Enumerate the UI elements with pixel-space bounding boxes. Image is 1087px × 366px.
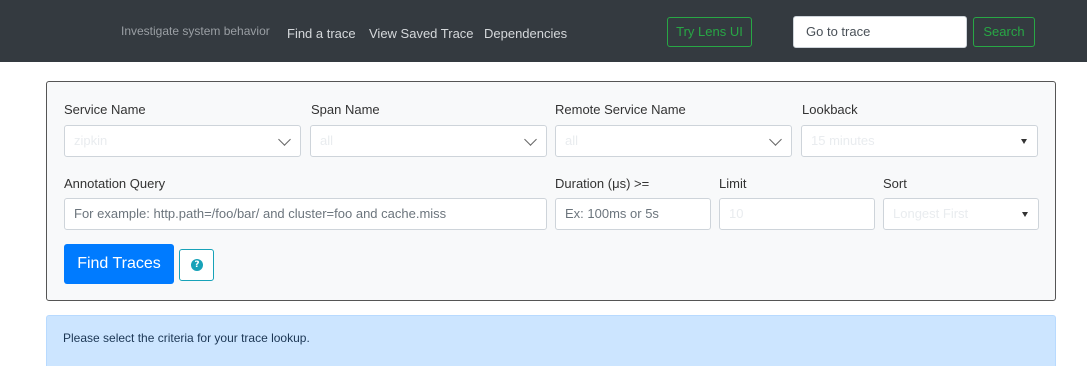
annotation-query-label: Annotation Query [64,176,166,191]
help-button[interactable]: ? [179,249,214,281]
chevron-down-icon [278,133,291,146]
limit-label: Limit [719,176,747,191]
service-name-value: zipkin [74,133,108,148]
limit-input[interactable]: 10 [719,198,875,230]
nav-link-view-saved-trace[interactable]: View Saved Trace [369,26,474,41]
lookback-value: 15 minutes [811,133,875,148]
info-alert: Please select the criteria for your trac… [46,315,1056,366]
try-lens-ui-button[interactable]: Try Lens UI [667,17,752,47]
remote-service-name-value: all [565,133,579,148]
go-to-trace-input[interactable]: Go to trace [793,16,967,48]
lookback-select[interactable]: 15 minutes [801,125,1038,157]
navbar-brand: Investigate system behavior [121,24,270,38]
sort-select[interactable]: Longest First [883,198,1039,230]
alert-message: Please select the criteria for your trac… [63,331,310,345]
caret-down-icon [1021,139,1027,144]
remote-service-name-label: Remote Service Name [555,102,686,117]
annotation-query-input[interactable]: For example: http.path=/foo/bar/ and clu… [64,198,547,230]
nav-link-dependencies[interactable]: Dependencies [484,26,567,41]
caret-down-icon [1022,212,1028,217]
lookback-label: Lookback [802,102,858,117]
chevron-down-icon [524,133,537,146]
sort-value: Longest First [893,206,969,221]
annotation-query-placeholder: For example: http.path=/foo/bar/ and clu… [74,206,447,221]
question-circle-icon: ? [191,259,203,271]
chevron-down-icon [769,133,782,146]
limit-value: 10 [729,206,744,221]
nav-link-find-a-trace[interactable]: Find a trace [287,26,356,41]
service-name-select[interactable]: zipkin [64,125,301,157]
duration-label: Duration (μs) >= [555,176,650,191]
span-name-value: all [320,133,334,148]
remote-service-name-select[interactable]: all [555,125,792,157]
duration-placeholder: Ex: 100ms or 5s [565,206,659,221]
find-traces-button[interactable]: Find Traces [64,244,174,284]
search-button[interactable]: Search [973,17,1035,47]
top-navbar: Investigate system behavior Find a trace… [0,0,1087,62]
span-name-label: Span Name [311,102,380,117]
service-name-label: Service Name [64,102,146,117]
span-name-select[interactable]: all [310,125,547,157]
sort-label: Sort [883,176,907,191]
trace-search-form: Service Name Span Name Remote Service Na… [46,81,1056,301]
duration-input[interactable]: Ex: 100ms or 5s [555,198,711,230]
